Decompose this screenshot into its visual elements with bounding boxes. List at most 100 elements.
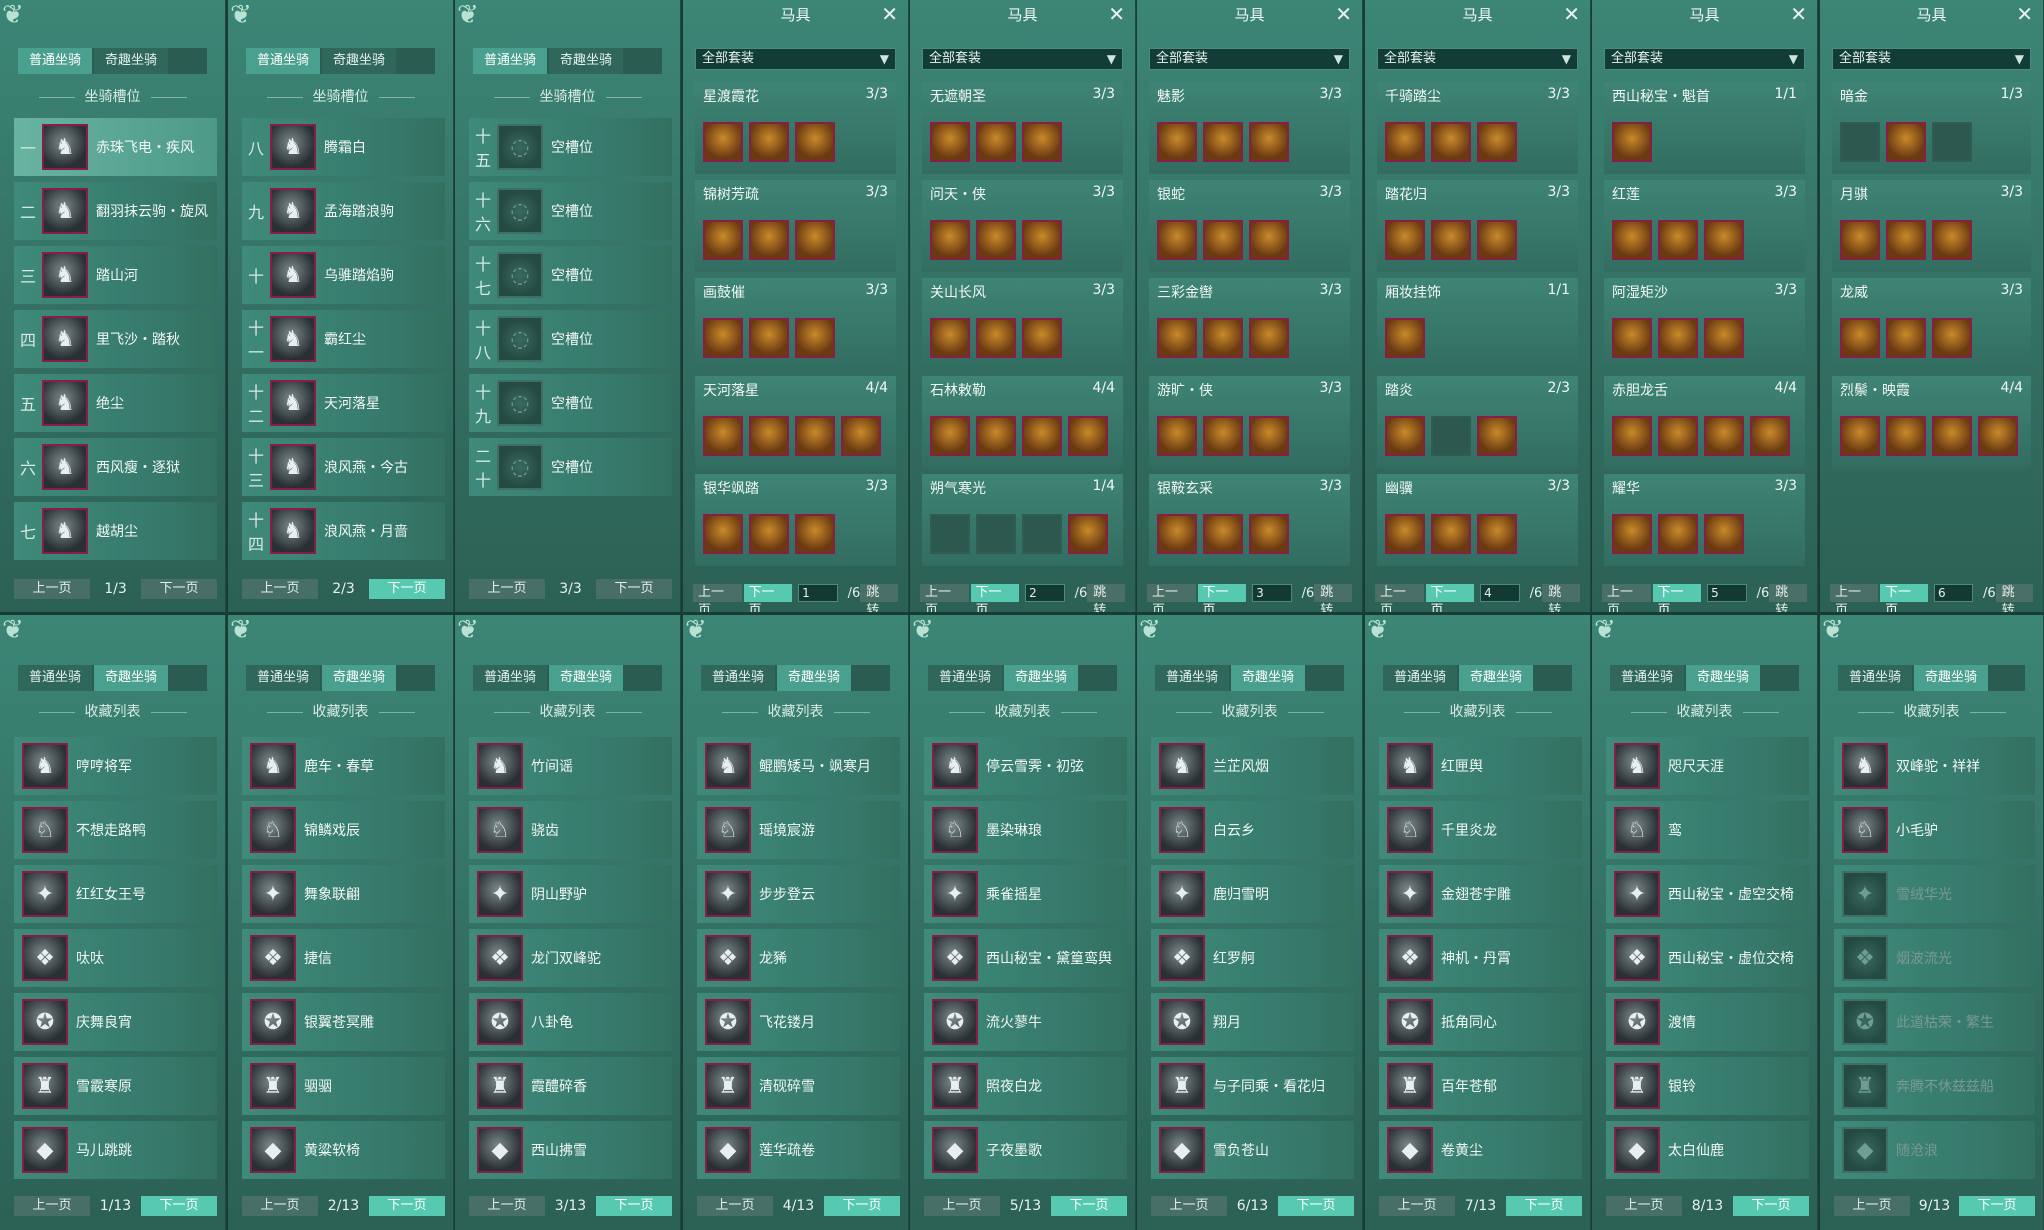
slot-row[interactable]: 十一 ♞ 霸红尘 <box>242 310 445 368</box>
gear-set[interactable]: 厢妆挂饰 1/1 <box>1377 278 1578 370</box>
gear-item-icon[interactable] <box>703 122 743 162</box>
next-page-button[interactable]: 下一页 <box>1425 584 1475 612</box>
collection-row[interactable]: ♞ 兰芷风烟 <box>1151 737 1354 795</box>
gear-item-icon[interactable] <box>1431 220 1471 260</box>
collection-row[interactable]: ✦ 步步登云 <box>697 865 900 923</box>
collection-row[interactable]: ✦ 西山秘宝・虚空交椅 <box>1606 865 1809 923</box>
collection-row[interactable]: ✦ 阴山野驴 <box>469 865 672 923</box>
gear-set[interactable]: 踏花归 3/3 <box>1377 180 1578 272</box>
slot-row[interactable]: 十四 ♞ 浪风燕・月啬 <box>242 502 445 560</box>
tab-fun-mounts[interactable]: 奇趣坐骑 <box>549 665 624 691</box>
gear-item-icon[interactable] <box>749 220 789 260</box>
gear-item-icon[interactable] <box>1022 122 1062 162</box>
prev-page-button[interactable]: 上一页 <box>1606 1196 1682 1216</box>
gear-set[interactable]: 千骑踏尘 3/3 <box>1377 82 1578 174</box>
close-icon[interactable]: ✕ <box>881 2 898 26</box>
collection-row[interactable]: ❖ 烟波流光 <box>1834 929 2035 987</box>
gear-set[interactable]: 阿湿矩沙 3/3 <box>1604 278 1805 370</box>
close-icon[interactable]: ✕ <box>1790 2 1807 26</box>
gear-item-icon[interactable] <box>930 318 970 358</box>
tab-normal-mounts[interactable]: 普通坐骑 <box>246 665 321 691</box>
collection-row[interactable]: ✪ 抵角同心 <box>1379 993 1582 1051</box>
gear-item-icon[interactable] <box>1886 416 1926 456</box>
collection-row[interactable]: ❖ 呔呔 <box>14 929 217 987</box>
gear-item-icon[interactable] <box>1385 318 1425 358</box>
collection-row[interactable]: ✦ 金翅苍宇雕 <box>1379 865 1582 923</box>
next-page-button[interactable]: 下一页 <box>1959 1196 2035 1216</box>
gear-item-icon[interactable] <box>1658 318 1698 358</box>
close-icon[interactable]: ✕ <box>1563 2 1580 26</box>
collection-row[interactable]: ✪ 庆舞良宵 <box>14 993 217 1051</box>
gear-item-icon[interactable] <box>976 416 1016 456</box>
gear-item-icon[interactable] <box>1704 220 1744 260</box>
page-input[interactable]: 2 <box>1025 584 1065 602</box>
jump-button[interactable]: 跳转 <box>1314 584 1352 612</box>
prev-page-button[interactable]: 上一页 <box>920 584 969 612</box>
gear-set[interactable]: 问天・侠 3/3 <box>922 180 1123 272</box>
tab-normal-mounts[interactable]: 普通坐骑 <box>18 665 93 691</box>
gear-item-icon[interactable] <box>1203 220 1243 260</box>
gear-set[interactable]: 关山长风 3/3 <box>922 278 1123 370</box>
gear-set[interactable]: 烈鬃・映霞 4/4 <box>1832 376 2031 468</box>
next-page-button[interactable]: 下一页 <box>596 1196 672 1216</box>
next-page-button[interactable]: 下一页 <box>141 579 217 599</box>
collection-row[interactable]: ♞ 竹间谣 <box>469 737 672 795</box>
slot-row[interactable]: 一 ♞ 赤珠飞电・疾风 <box>14 118 217 176</box>
set-filter-dropdown[interactable]: 全部套装 ▼ <box>1377 48 1578 70</box>
gear-set[interactable]: 无遮朝圣 3/3 <box>922 82 1123 174</box>
collection-row[interactable]: ♘ 骁齿 <box>469 801 672 859</box>
collection-row[interactable]: ❖ 红罗舸 <box>1151 929 1354 987</box>
prev-page-button[interactable]: 上一页 <box>242 1196 318 1216</box>
collection-row[interactable]: ❖ 龙门双峰驼 <box>469 929 672 987</box>
collection-row[interactable]: ✦ 雪绒华光 <box>1834 865 2035 923</box>
tab-fun-mounts[interactable]: 奇趣坐骑 <box>549 48 624 74</box>
gear-set[interactable]: 石林敕勒 4/4 <box>922 376 1123 468</box>
tab-fun-mounts[interactable]: 奇趣坐骑 <box>1914 665 1989 691</box>
tab-normal-mounts[interactable]: 普通坐骑 <box>18 48 93 74</box>
collection-row[interactable]: ♞ 咫尺天涯 <box>1606 737 1809 795</box>
gear-set[interactable]: 星渡霞花 3/3 <box>695 82 896 174</box>
gear-item-icon[interactable] <box>1203 318 1243 358</box>
page-input[interactable]: 4 <box>1480 584 1520 602</box>
collection-row[interactable]: ♘ 白云乡 <box>1151 801 1354 859</box>
empty-gear-slot[interactable] <box>1932 122 1972 162</box>
gear-item-icon[interactable] <box>1157 514 1197 554</box>
gear-set[interactable]: 西山秘宝・魁首 1/1 <box>1604 82 1805 174</box>
gear-item-icon[interactable] <box>1612 318 1652 358</box>
gear-item-icon[interactable] <box>1203 416 1243 456</box>
next-page-button[interactable]: 下一页 <box>141 1196 217 1216</box>
page-input[interactable]: 1 <box>798 584 838 602</box>
gear-set[interactable]: 龙威 3/3 <box>1832 278 2031 370</box>
slot-row[interactable]: 七 ♞ 越胡尘 <box>14 502 217 560</box>
gear-item-icon[interactable] <box>1431 122 1471 162</box>
gear-set[interactable]: 朔气寒光 1/4 <box>922 474 1123 566</box>
jump-button[interactable]: 跳转 <box>860 584 898 612</box>
prev-page-button[interactable]: 上一页 <box>693 584 742 612</box>
gear-item-icon[interactable] <box>1249 318 1289 358</box>
tab-fun-mounts[interactable]: 奇趣坐骑 <box>1004 665 1079 691</box>
gear-item-icon[interactable] <box>1477 122 1517 162</box>
gear-item-icon[interactable] <box>703 514 743 554</box>
gear-item-icon[interactable] <box>1157 220 1197 260</box>
tab-fun-mounts[interactable]: 奇趣坐骑 <box>777 665 852 691</box>
gear-item-icon[interactable] <box>976 122 1016 162</box>
collection-row[interactable]: ◆ 黄粱软椅 <box>242 1121 445 1179</box>
gear-item-icon[interactable] <box>795 220 835 260</box>
tab-normal-mounts[interactable]: 普通坐骑 <box>246 48 321 74</box>
gear-item-icon[interactable] <box>1658 514 1698 554</box>
set-filter-dropdown[interactable]: 全部套装 ▼ <box>1149 48 1350 70</box>
gear-set[interactable]: 暗金 1/3 <box>1832 82 2031 174</box>
collection-row[interactable]: ◆ 西山拂雪 <box>469 1121 672 1179</box>
collection-row[interactable]: ♜ 霞醴碎香 <box>469 1057 672 1115</box>
collection-row[interactable]: ♞ 红匣舆 <box>1379 737 1582 795</box>
tab-fun-mounts[interactable]: 奇趣坐骑 <box>94 48 169 74</box>
gear-item-icon[interactable] <box>1157 122 1197 162</box>
gear-item-icon[interactable] <box>1704 514 1744 554</box>
gear-item-icon[interactable] <box>1157 318 1197 358</box>
slot-row[interactable]: 十 ♞ 乌骓踏焰驹 <box>242 246 445 304</box>
slot-row[interactable]: 五 ♞ 绝尘 <box>14 374 217 432</box>
set-filter-dropdown[interactable]: 全部套装 ▼ <box>922 48 1123 70</box>
collection-row[interactable]: ♜ 清砚碎雪 <box>697 1057 900 1115</box>
collection-row[interactable]: ♘ 千里炎龙 <box>1379 801 1582 859</box>
gear-item-icon[interactable] <box>1249 416 1289 456</box>
